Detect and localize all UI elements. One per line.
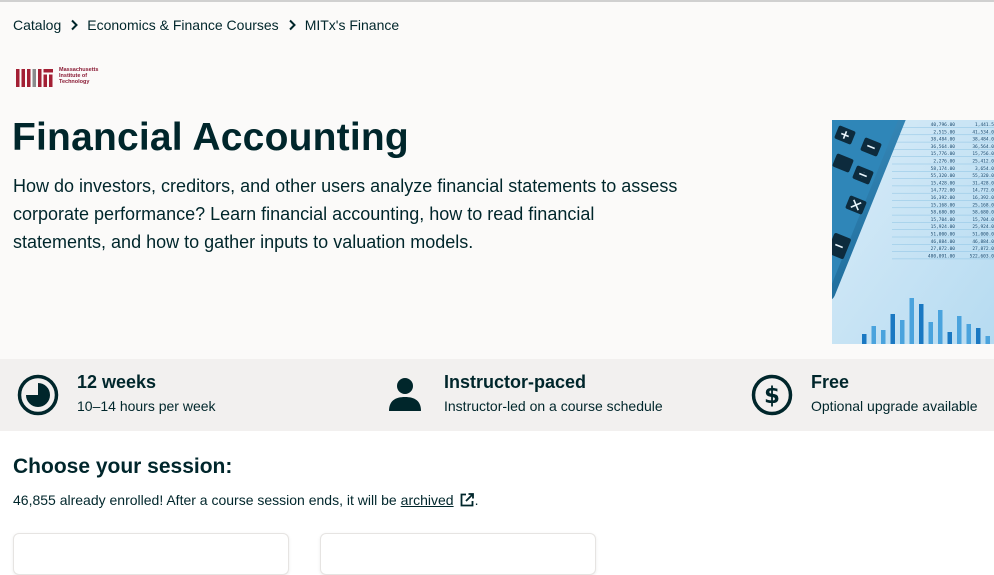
svg-text:15,756.0: 15,756.0	[972, 151, 994, 157]
svg-text:27,872.00: 27,872.00	[931, 246, 956, 252]
svg-text:16,392.0: 16,392.0	[972, 195, 994, 201]
svg-text:15,168.00: 15,168.00	[931, 202, 956, 208]
breadcrumb: Catalog Economics & Finance Courses MITx…	[13, 17, 399, 33]
chevron-right-icon	[284, 17, 300, 33]
svg-text:1,441.5: 1,441.5	[975, 122, 994, 128]
svg-text:55,320.0: 55,320.0	[972, 173, 994, 179]
svg-text:14,772.00: 14,772.00	[931, 188, 956, 194]
svg-text:480,091.00: 480,091.00	[928, 253, 955, 259]
dollar-circle-icon: $	[750, 373, 794, 417]
svg-text:46,884.0: 46,884.0	[972, 239, 994, 245]
svg-text:14,772.0: 14,772.0	[972, 188, 994, 194]
fact-duration: 12 weeks 10–14 hours per week	[16, 371, 216, 417]
mit-logo-wordmark: Massachusetts Institute of Technology	[59, 67, 99, 86]
svg-text:55,320.00: 55,320.00	[931, 173, 956, 179]
svg-text:36,564.00: 36,564.00	[931, 144, 956, 150]
svg-text:27,872.0: 27,872.0	[972, 246, 994, 252]
svg-text:31,428.0: 31,428.0	[972, 180, 994, 186]
mit-logo[interactable]: Massachusetts Institute of Technology	[16, 67, 119, 88]
svg-text:41,534.0: 41,534.0	[972, 129, 994, 135]
fact-pacing-subtitle: Instructor-led on a course schedule	[444, 398, 663, 414]
breadcrumb-mitx-finance[interactable]: MITx's Finance	[305, 17, 399, 33]
svg-text:25,412.0: 25,412.0	[972, 159, 994, 165]
fact-price: $ Free Optional upgrade available	[750, 371, 978, 417]
fact-pacing-title: Instructor-paced	[444, 372, 587, 392]
svg-text:40,796.00: 40,796.00	[931, 122, 956, 128]
breadcrumb-economics-finance[interactable]: Economics & Finance Courses	[87, 17, 278, 33]
session-heading: Choose your session:	[13, 455, 233, 478]
session-card[interactable]	[13, 533, 289, 575]
svg-text:2,515.00: 2,515.00	[933, 129, 955, 135]
svg-text:15,704.00: 15,704.00	[931, 217, 956, 223]
svg-text:2,276.00: 2,276.00	[933, 159, 955, 165]
fact-pacing: Instructor-paced Instructor-led on a cou…	[383, 371, 663, 417]
svg-text:25,168.0: 25,168.0	[972, 202, 994, 208]
course-description: How do investors, creditors, and other u…	[13, 176, 678, 252]
person-icon	[383, 373, 427, 417]
svg-text:15,704.0: 15,704.0	[972, 217, 994, 223]
page-title: Financial Accounting	[12, 116, 409, 159]
svg-text:$: $	[764, 383, 780, 409]
svg-text:51,000.00: 51,000.00	[931, 232, 956, 238]
enrollment-period: .	[474, 492, 479, 508]
course-facts-bar: 12 weeks 10–14 hours per week Instructor…	[0, 359, 994, 431]
svg-text:16,392.00: 16,392.00	[931, 195, 956, 201]
svg-text:58,680.0: 58,680.0	[972, 210, 994, 216]
fact-price-subtitle: Optional upgrade available	[811, 398, 978, 414]
svg-text:15,776.00: 15,776.00	[931, 151, 956, 157]
chevron-right-icon	[66, 17, 82, 33]
archived-link[interactable]: archived	[401, 492, 454, 508]
svg-text:58,174.00: 58,174.00	[931, 166, 956, 172]
svg-text:522,603.0: 522,603.0	[970, 253, 994, 259]
external-link-icon[interactable]	[459, 492, 475, 508]
svg-text:46,884.00: 46,884.00	[931, 239, 956, 245]
enrollment-text: 46,855 already enrolled! After a course …	[13, 492, 397, 508]
course-hero: Catalog Economics & Finance Courses MITx…	[0, 2, 994, 359]
fact-duration-subtitle: 10–14 hours per week	[77, 398, 216, 414]
svg-text:15,924.00: 15,924.00	[931, 224, 956, 230]
fact-price-title: Free	[811, 372, 850, 392]
svg-text:38,484.0: 38,484.0	[972, 137, 994, 143]
svg-text:58,680.00: 58,680.00	[931, 210, 956, 216]
mit-logo-mark	[16, 69, 53, 87]
clock-icon	[16, 373, 60, 417]
enrollment-note: 46,855 already enrolled! After a course …	[13, 492, 478, 508]
svg-text:51,000.0: 51,000.0	[972, 232, 994, 238]
breadcrumb-catalog[interactable]: Catalog	[13, 17, 61, 33]
svg-text:15,428.00: 15,428.00	[931, 180, 956, 186]
svg-text:38,484.00: 38,484.00	[931, 137, 956, 143]
svg-text:25,924.0: 25,924.0	[972, 224, 994, 230]
svg-text:36,564.0: 36,564.0	[972, 144, 994, 150]
session-card[interactable]	[320, 533, 596, 575]
svg-text:3,654.0: 3,654.0	[975, 166, 994, 172]
course-hero-image: 40,796.00 1,441.5 2,515.00 41,534.0 38,484.0…	[832, 120, 994, 344]
fact-duration-title: 12 weeks	[77, 372, 157, 392]
